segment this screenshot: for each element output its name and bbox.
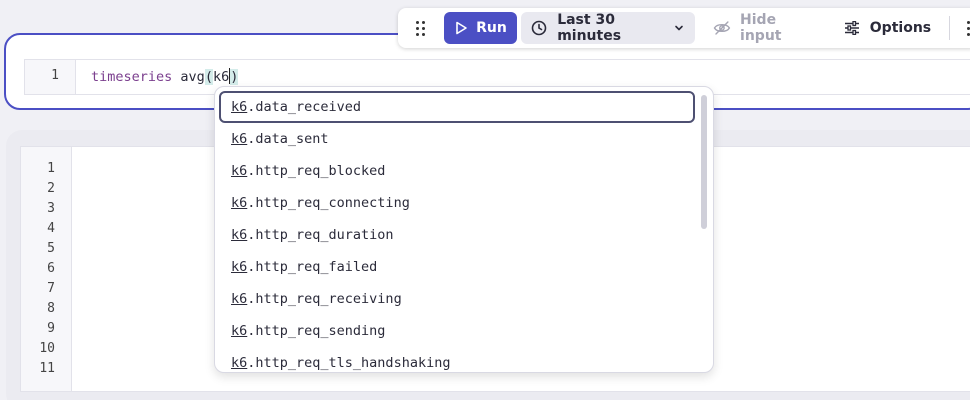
line-number: 1 bbox=[47, 161, 55, 176]
line-number: 3 bbox=[47, 201, 55, 216]
suggestion-item[interactable]: k6 .data_sent bbox=[219, 123, 695, 155]
line-number: 6 bbox=[47, 261, 55, 276]
play-icon bbox=[456, 21, 467, 35]
suggestion-match: k6 bbox=[231, 355, 248, 371]
suggestion-item[interactable]: k6 .http_req_failed bbox=[219, 251, 695, 283]
drag-handle-icon[interactable] bbox=[398, 8, 444, 48]
line-number: 9 bbox=[47, 321, 55, 336]
suggestion-item[interactable]: k6 .http_req_receiving bbox=[219, 283, 695, 315]
scrollbar[interactable] bbox=[701, 95, 707, 229]
line-number: 1 bbox=[51, 68, 59, 83]
code-close-paren: ) bbox=[230, 69, 239, 85]
timeframe-label: Last 30 minutes bbox=[557, 12, 622, 44]
suggestion-match: k6 bbox=[231, 99, 248, 115]
clock-icon bbox=[531, 20, 547, 36]
editor-toolbar: Run Last 30 minutes Hide input Options bbox=[398, 8, 970, 48]
sliders-icon bbox=[844, 21, 859, 35]
suggestion-rest: .http_req_tls_handshaking bbox=[247, 355, 451, 371]
code-argument: k6 bbox=[212, 69, 230, 85]
line-number: 7 bbox=[47, 281, 55, 296]
options-button[interactable]: Options bbox=[834, 12, 941, 44]
suggestion-match: k6 bbox=[231, 131, 248, 147]
line-number: 5 bbox=[47, 241, 55, 256]
chevron-down-icon bbox=[675, 25, 683, 31]
code-line[interactable]: timeseries avg(k6) bbox=[91, 68, 239, 85]
hide-input-label: Hide input bbox=[740, 12, 782, 44]
suggestion-item[interactable]: k6 .http_req_duration bbox=[219, 219, 695, 251]
code-function: avg bbox=[180, 69, 205, 85]
autocomplete-dropdown: k6 .data_received k6 .data_sent k6 .http_req_… bbox=[214, 86, 714, 373]
suggestion-rest: .http_req_connecting bbox=[247, 195, 410, 211]
code-open-paren: ( bbox=[204, 69, 213, 85]
suggestion-item[interactable]: k6 .data_received bbox=[219, 91, 695, 123]
run-button[interactable]: Run bbox=[443, 12, 518, 44]
suggestion-match: k6 bbox=[231, 291, 248, 307]
eye-off-icon bbox=[713, 21, 731, 35]
line-gutter: 1 2 3 4 5 6 7 8 9 10 11 bbox=[21, 147, 72, 391]
timeframe-selector[interactable]: Last 30 minutes bbox=[521, 12, 696, 44]
suggestion-item[interactable]: k6 .http_req_sending bbox=[219, 315, 695, 347]
line-number: 10 bbox=[39, 341, 55, 356]
options-label: Options bbox=[869, 20, 932, 36]
suggestion-match: k6 bbox=[231, 227, 248, 243]
suggestion-rest: .http_req_duration bbox=[247, 227, 394, 243]
suggestion-rest: .data_sent bbox=[247, 131, 329, 147]
hide-input-button[interactable]: Hide input bbox=[701, 12, 834, 44]
line-gutter: 1 bbox=[25, 60, 76, 94]
suggestion-item[interactable]: k6 .http_req_tls_handshaking bbox=[219, 347, 695, 372]
suggestion-match: k6 bbox=[231, 323, 248, 339]
suggestion-rest: .http_req_receiving bbox=[247, 291, 402, 307]
suggestion-rest: .http_req_blocked bbox=[247, 163, 386, 179]
line-number: 11 bbox=[39, 361, 55, 376]
code-keyword: timeseries bbox=[91, 69, 173, 85]
suggestion-match: k6 bbox=[231, 163, 248, 179]
suggestion-rest: .http_req_sending bbox=[247, 323, 386, 339]
line-number: 4 bbox=[47, 221, 55, 236]
suggestion-item[interactable]: k6 .http_req_blocked bbox=[219, 155, 695, 187]
suggestion-match: k6 bbox=[231, 259, 248, 275]
suggestion-rest: .http_req_failed bbox=[247, 259, 378, 275]
suggestion-rest: .data_received bbox=[247, 99, 362, 115]
toolbar-divider bbox=[949, 16, 951, 40]
suggestion-list: k6 .data_received k6 .data_sent k6 .http_req_… bbox=[219, 91, 695, 372]
suggestion-item[interactable]: k6 .http_req_connecting bbox=[219, 187, 695, 219]
line-number: 8 bbox=[47, 301, 55, 316]
line-number: 2 bbox=[47, 181, 55, 196]
more-options-icon[interactable] bbox=[958, 20, 970, 36]
run-button-label: Run bbox=[476, 20, 507, 36]
suggestion-match: k6 bbox=[231, 195, 248, 211]
